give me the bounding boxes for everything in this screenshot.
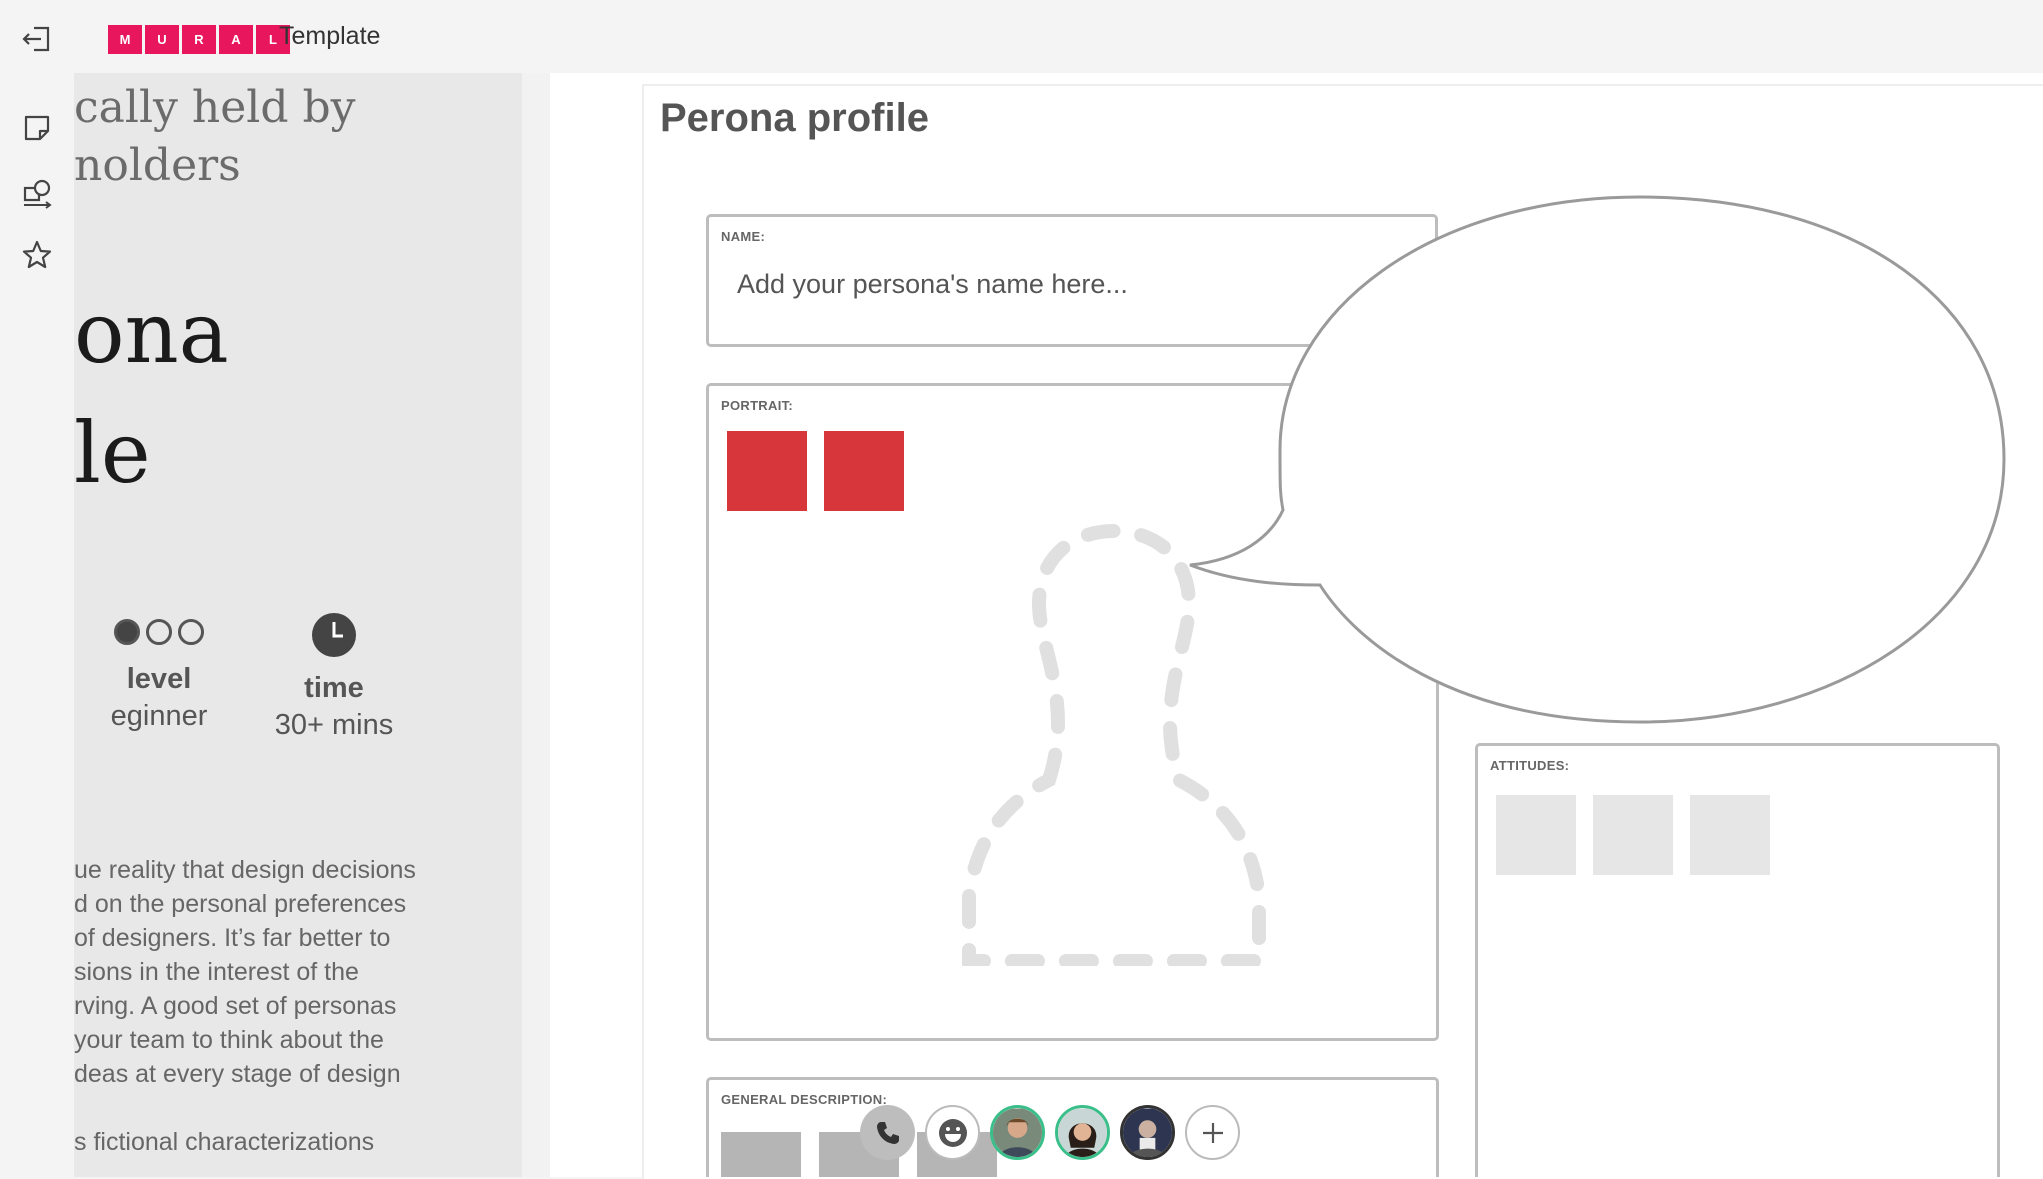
speech-bubble[interactable] — [1180, 190, 2020, 730]
description-line: sions in the interest of the — [74, 958, 359, 986]
time-value: 30+ mins — [274, 709, 394, 741]
level-label: level — [126, 663, 192, 695]
gray-sticky-note[interactable] — [1593, 795, 1673, 875]
description-line: deas at every stage of design — [74, 1060, 401, 1088]
mural-logo[interactable]: M U R A L — [108, 25, 290, 54]
avatar[interactable] — [990, 1105, 1045, 1160]
title-line: le — [74, 404, 151, 502]
level-dot-empty — [178, 619, 204, 645]
add-icon[interactable] — [1185, 1105, 1240, 1160]
template-subtitle: cally held by nolders — [74, 79, 522, 195]
subtitle-line: nolders — [74, 140, 241, 191]
subtitle-line: cally held by — [74, 82, 356, 133]
red-sticky-note[interactable] — [727, 431, 807, 511]
sticky-note-icon[interactable] — [20, 111, 54, 145]
logo-letter: R — [182, 25, 216, 54]
name-label: NAME: — [721, 229, 766, 244]
left-rail — [0, 0, 74, 1177]
canvas-edge — [522, 73, 550, 1177]
attitudes-box[interactable]: ATTITUDES: — [1475, 743, 2000, 1177]
description-line: of designers. It’s far better to — [74, 924, 391, 952]
star-icon[interactable] — [20, 238, 54, 272]
exit-icon[interactable] — [20, 22, 54, 56]
template-info-panel: cally held by nolders ona le level eginn… — [74, 73, 522, 1177]
board-title: Perona profile — [660, 96, 929, 140]
clock-icon — [312, 613, 356, 657]
gray-sticky-note[interactable] — [1690, 795, 1770, 875]
top-bar: M U R A L Template — [0, 0, 2043, 73]
description-line — [74, 1091, 522, 1125]
template-description: ue reality that design decisions d on th… — [74, 853, 522, 1159]
templates-icon[interactable] — [20, 176, 54, 210]
title-line: ona — [74, 284, 229, 382]
time-meta: time 30+ mins — [239, 613, 429, 742]
level-dot-empty — [146, 619, 172, 645]
logo-letter: U — [145, 25, 179, 54]
time-label: time — [304, 672, 364, 704]
gray-sticky-note[interactable] — [1496, 795, 1576, 875]
phone-icon[interactable] — [860, 1105, 915, 1160]
description-line: your team to think about the — [74, 1026, 384, 1054]
template-title: ona le — [74, 273, 229, 513]
logo-letter: M — [108, 25, 142, 54]
description-line: ue reality that design decisions — [74, 856, 416, 884]
level-value: eginner — [110, 700, 208, 732]
name-field[interactable]: Add your persona's name here... — [737, 269, 1128, 300]
portrait-label: PORTRAIT: — [721, 398, 794, 413]
level-dot-filled — [114, 619, 140, 645]
emoji-icon[interactable] — [925, 1105, 980, 1160]
gray-sticky-note[interactable] — [721, 1132, 801, 1177]
avatar[interactable] — [1120, 1105, 1175, 1160]
level-meta: level eginner — [74, 615, 254, 733]
description-line: rving. A good set of personas — [74, 992, 397, 1020]
avatar[interactable] — [1055, 1105, 1110, 1160]
collaboration-bar — [860, 1105, 1240, 1160]
description-line: s fictional characterizations — [74, 1128, 375, 1156]
description-line: d on the personal preferences — [74, 890, 407, 918]
level-dots — [74, 615, 254, 649]
attitudes-label: ATTITUDES: — [1490, 758, 1570, 773]
template-label: Template — [279, 22, 381, 50]
logo-letter: A — [219, 25, 253, 54]
